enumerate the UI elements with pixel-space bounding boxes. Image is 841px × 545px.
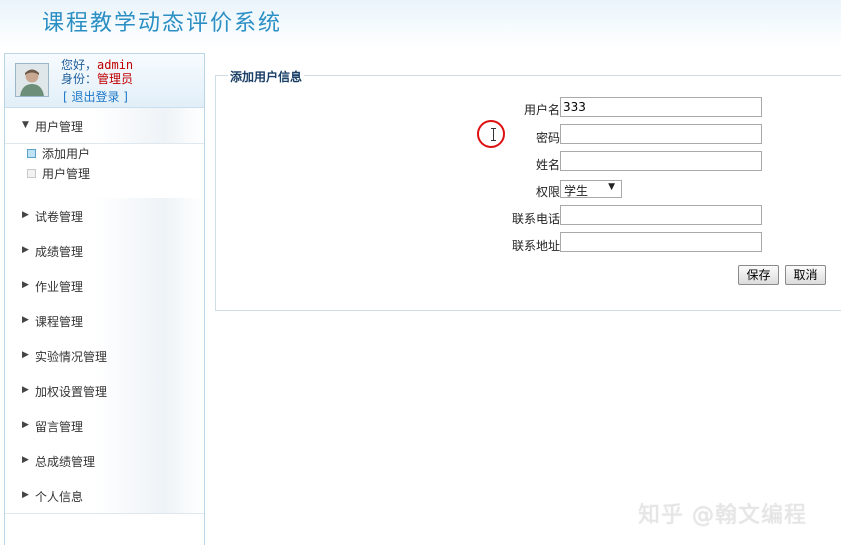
role-value: 管理员 — [97, 72, 134, 86]
app-title: 课程教学动态评价系统 — [42, 11, 283, 36]
menu-head-scores[interactable]: ▶ 成绩管理 — [5, 233, 204, 269]
chevron-right-icon: ▶ — [22, 455, 29, 465]
logout-text[interactable]: [ 退出登录 ] — [63, 90, 128, 104]
text-cursor-icon — [491, 128, 496, 141]
avatar — [15, 63, 49, 97]
username-input[interactable] — [560, 97, 762, 117]
menu-label: 试卷管理 — [35, 210, 84, 224]
role-select[interactable]: 学生 ▼ — [560, 180, 622, 198]
menu-label: 个人信息 — [35, 490, 84, 504]
chevron-right-icon: ▶ — [22, 210, 29, 220]
menu-group-messages[interactable]: ▶ 留言管理 — [5, 408, 204, 444]
menu-head-exams[interactable]: ▶ 试卷管理 — [5, 198, 204, 234]
user-avatar-icon — [16, 64, 48, 96]
chevron-right-icon: ▶ — [22, 315, 29, 325]
watermark: 知乎 @翰文编程 — [638, 503, 807, 528]
sidebar-item-add-user[interactable]: 添加用户 — [27, 145, 90, 161]
menu-head-weights[interactable]: ▶ 加权设置管理 — [5, 373, 204, 409]
user-info-panel: 您好，admin 身份：管理员 [ 退出登录 ] — [5, 54, 204, 108]
menu-group-total-scores[interactable]: ▶ 总成绩管理 — [5, 443, 204, 479]
sidebar-item-user-manage[interactable]: 用户管理 — [27, 165, 90, 181]
menu-group-scores[interactable]: ▶ 成绩管理 — [5, 233, 204, 269]
menu-head-experiments[interactable]: ▶ 实验情况管理 — [5, 338, 204, 374]
username-value: admin — [97, 58, 134, 72]
dropdown-arrow-icon: ▼ — [608, 182, 615, 192]
menu-label: 课程管理 — [35, 315, 84, 329]
phone-input[interactable] — [560, 205, 762, 225]
name-label: 姓名 — [535, 158, 560, 172]
password-input[interactable] — [560, 124, 762, 144]
menu-group-experiments[interactable]: ▶ 实验情况管理 — [5, 338, 204, 374]
menu-group-profile[interactable]: ▶ 个人信息 — [5, 478, 204, 514]
chevron-right-icon: ▶ — [22, 350, 29, 360]
name-input[interactable] — [560, 151, 762, 171]
menu-label: 实验情况管理 — [35, 350, 108, 364]
menu-group-users[interactable]: ▼ 用户管理 — [5, 108, 204, 144]
role-field-label: 权限 — [535, 185, 560, 199]
role-select-value: 学生 — [564, 184, 589, 198]
menu-head-total-scores[interactable]: ▶ 总成绩管理 — [5, 443, 204, 479]
menu-label: 留言管理 — [35, 420, 84, 434]
menu-group-homework[interactable]: ▶ 作业管理 — [5, 268, 204, 304]
sidebar: 您好，admin 身份：管理员 [ 退出登录 ] ▼ 用户管理 添加用户 用户管… — [4, 53, 205, 545]
greeting-line: 您好，admin — [61, 58, 133, 73]
menu-head-users[interactable]: ▼ 用户管理 — [5, 108, 204, 144]
logout-link[interactable]: [ 退出登录 ] — [63, 90, 128, 105]
menu-group-weights[interactable]: ▶ 加权设置管理 — [5, 373, 204, 409]
bullet-icon — [27, 149, 36, 158]
save-button[interactable]: 保存 — [738, 265, 779, 285]
username-label: 用户名 — [523, 103, 560, 117]
menu-label: 加权设置管理 — [35, 385, 108, 399]
menu-label: 总成绩管理 — [35, 455, 96, 469]
address-input[interactable] — [560, 232, 762, 252]
menu-label: 作业管理 — [35, 280, 84, 294]
chevron-right-icon: ▶ — [22, 385, 29, 395]
role-line: 身份：管理员 — [61, 72, 133, 87]
menu-label: 用户管理 — [35, 120, 84, 134]
sidebar-menu: ▼ 用户管理 添加用户 用户管理 ▶ 试卷管理 ▶ 成绩管理 ▶ 作业管理 ▶ … — [5, 108, 204, 514]
chevron-down-icon: ▼ — [22, 120, 29, 130]
menu-label: 成绩管理 — [35, 245, 84, 259]
menu-group-exams[interactable]: ▶ 试卷管理 — [5, 198, 204, 234]
cursor-highlight — [477, 120, 505, 148]
menu-head-homework[interactable]: ▶ 作业管理 — [5, 268, 204, 304]
app-header: 课程教学动态评价系统 — [0, 0, 841, 48]
menu-head-messages[interactable]: ▶ 留言管理 — [5, 408, 204, 444]
chevron-right-icon: ▶ — [22, 245, 29, 255]
address-label: 联系地址 — [511, 239, 560, 253]
bullet-icon — [27, 169, 36, 178]
sidebar-item-label: 添加用户 — [42, 147, 91, 161]
chevron-right-icon: ▶ — [22, 420, 29, 430]
submenu-users: 添加用户 用户管理 — [5, 143, 204, 198]
menu-head-profile[interactable]: ▶ 个人信息 — [5, 478, 204, 514]
menu-head-courses[interactable]: ▶ 课程管理 — [5, 303, 204, 339]
role-label: 身份： — [61, 72, 98, 86]
cancel-button[interactable]: 取消 — [785, 265, 826, 285]
chevron-right-icon: ▶ — [22, 490, 29, 500]
form-legend: 添加用户信息 — [228, 68, 305, 85]
sidebar-item-label: 用户管理 — [42, 167, 91, 181]
phone-label: 联系电话 — [511, 212, 560, 226]
menu-group-courses[interactable]: ▶ 课程管理 — [5, 303, 204, 339]
chevron-right-icon: ▶ — [22, 280, 29, 290]
greeting-label: 您好， — [61, 58, 98, 72]
